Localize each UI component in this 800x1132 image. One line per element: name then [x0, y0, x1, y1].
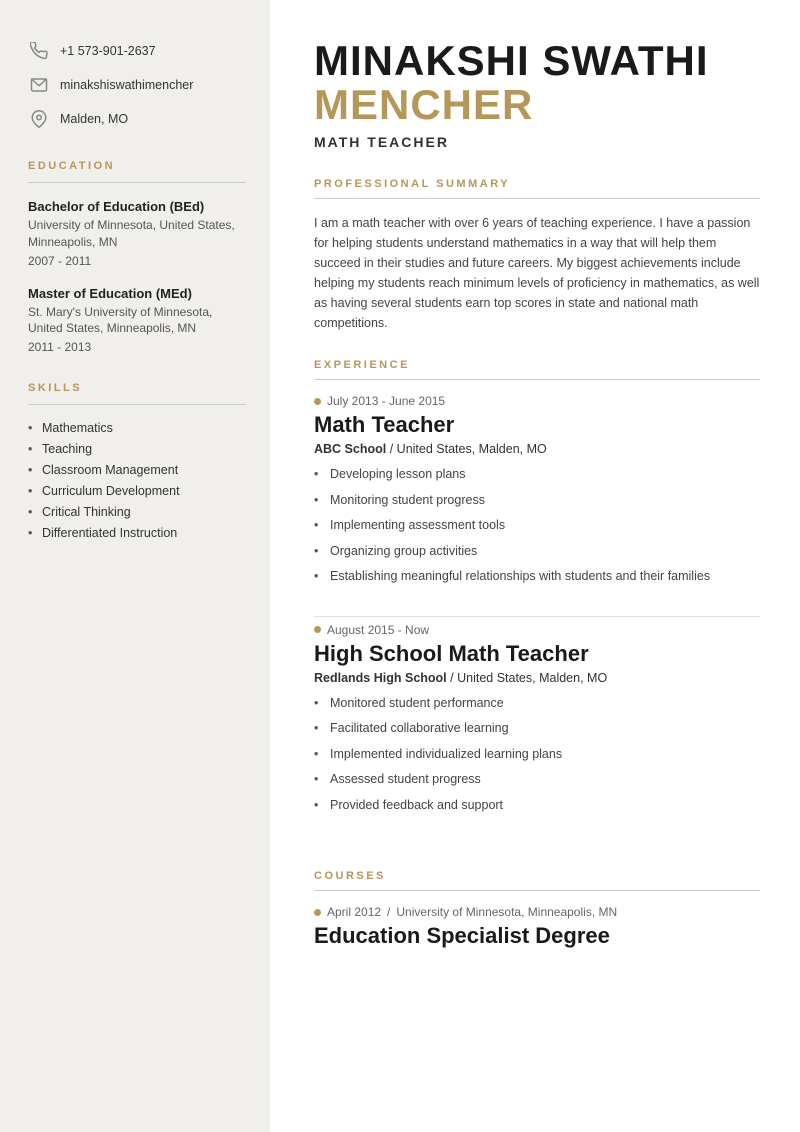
skill-1: Mathematics — [28, 421, 246, 435]
email-item: minakshiswathimencher — [28, 74, 246, 96]
education-title: EDUCATION — [28, 160, 246, 172]
edu-years-2: 2011 - 2013 — [28, 340, 246, 354]
summary-divider — [314, 198, 760, 199]
courses-divider — [314, 890, 760, 891]
phone-item: +1 573-901-2637 — [28, 40, 246, 62]
summary-title: PROFESSIONAL SUMMARY — [314, 178, 760, 190]
exp-company-2: Redlands High School — [314, 671, 447, 685]
phone-text: +1 573-901-2637 — [60, 44, 156, 58]
edu-item-1: Bachelor of Education (BEd) University o… — [28, 199, 246, 268]
experience-title: EXPERIENCE — [314, 359, 760, 371]
exp-bullets-1: Developing lesson plans Monitoring stude… — [314, 466, 760, 586]
courses-section: COURSES April 2012 / University of Minne… — [314, 870, 760, 949]
job-title: MATH TEACHER — [314, 134, 760, 150]
course-title-1: Education Specialist Degree — [314, 923, 760, 949]
exp-job-title-2: High School Math Teacher — [314, 641, 760, 667]
skills-title: SKILLS — [28, 382, 246, 394]
exp-bullet-1-3: Implementing assessment tools — [314, 517, 760, 535]
name-block: MINAKSHI SWATHI MENCHER — [314, 38, 760, 128]
edu-school-1: University of Minnesota, United States, … — [28, 217, 246, 251]
skills-divider — [28, 404, 246, 405]
resume-container: +1 573-901-2637 minakshiswathimencher — [0, 0, 800, 1132]
exp-bullet-2-4: Assessed student progress — [314, 771, 760, 789]
experience-section: EXPERIENCE July 2013 - June 2015 Math Te… — [314, 359, 760, 844]
experience-divider — [314, 379, 760, 380]
exp-bullet-2-1: Monitored student performance — [314, 695, 760, 713]
sidebar: +1 573-901-2637 minakshiswathimencher — [0, 0, 270, 1132]
exp-company-1: ABC School — [314, 442, 386, 456]
course-date-1: April 2012 / University of Minnesota, Mi… — [314, 905, 760, 919]
main-content: MINAKSHI SWATHI MENCHER MATH TEACHER PRO… — [270, 0, 800, 1132]
skills-section: SKILLS Mathematics Teaching Classroom Ma… — [28, 382, 246, 540]
skill-5: Critical Thinking — [28, 505, 246, 519]
skill-2: Teaching — [28, 442, 246, 456]
skill-6: Differentiated Instruction — [28, 526, 246, 540]
exp-bullet-2-3: Implemented individualized learning plan… — [314, 746, 760, 764]
exp-bullet-1-2: Monitoring student progress — [314, 492, 760, 510]
exp-company-line-1: ABC School / United States, Malden, MO — [314, 442, 760, 456]
exp-job-title-1: Math Teacher — [314, 412, 760, 438]
skills-list: Mathematics Teaching Classroom Managemen… — [28, 421, 246, 540]
education-section: EDUCATION Bachelor of Education (BEd) Un… — [28, 160, 246, 354]
exp-bullet-2-5: Provided feedback and support — [314, 797, 760, 815]
course-institution-1: University of Minnesota, Minneapolis, MN — [396, 905, 617, 919]
skill-3: Classroom Management — [28, 463, 246, 477]
exp-location-1: United States, Malden, MO — [397, 442, 547, 456]
email-icon — [28, 74, 50, 96]
edu-item-2: Master of Education (MEd) St. Mary's Uni… — [28, 286, 246, 355]
edu-years-1: 2007 - 2011 — [28, 254, 246, 268]
email-text: minakshiswathimencher — [60, 78, 193, 92]
name-first: MINAKSHI SWATHI — [314, 37, 709, 84]
edu-degree-2: Master of Education (MEd) — [28, 286, 246, 301]
education-divider — [28, 182, 246, 183]
location-icon — [28, 108, 50, 130]
exp-location-2: United States, Malden, MO — [457, 671, 607, 685]
exp-bullet-1-4: Organizing group activities — [314, 543, 760, 561]
exp-bullet-1-5: Establishing meaningful relationships wi… — [314, 568, 760, 586]
exp-date-1: July 2013 - June 2015 — [314, 394, 760, 408]
edu-school-2: St. Mary's University of Minnesota, Unit… — [28, 304, 246, 338]
contact-section: +1 573-901-2637 minakshiswathimencher — [28, 40, 246, 130]
exp-bullet-1-1: Developing lesson plans — [314, 466, 760, 484]
summary-section: PROFESSIONAL SUMMARY I am a math teacher… — [314, 178, 760, 333]
experience-item-2: August 2015 - Now High School Math Teach… — [314, 623, 760, 845]
edu-degree-1: Bachelor of Education (BEd) — [28, 199, 246, 214]
exp-bullet-2-2: Facilitated collaborative learning — [314, 720, 760, 738]
name-last: MENCHER — [314, 82, 760, 128]
exp-company-line-2: Redlands High School / United States, Ma… — [314, 671, 760, 685]
exp-date-2: August 2015 - Now — [314, 623, 760, 637]
location-item: Malden, MO — [28, 108, 246, 130]
exp-bullets-2: Monitored student performance Facilitate… — [314, 695, 760, 815]
experience-item-1: July 2013 - June 2015 Math Teacher ABC S… — [314, 394, 760, 617]
exp-separator-1: / — [390, 442, 397, 456]
summary-text: I am a math teacher with over 6 years of… — [314, 213, 760, 333]
phone-icon — [28, 40, 50, 62]
courses-title: COURSES — [314, 870, 760, 882]
location-text: Malden, MO — [60, 112, 128, 126]
skill-4: Curriculum Development — [28, 484, 246, 498]
